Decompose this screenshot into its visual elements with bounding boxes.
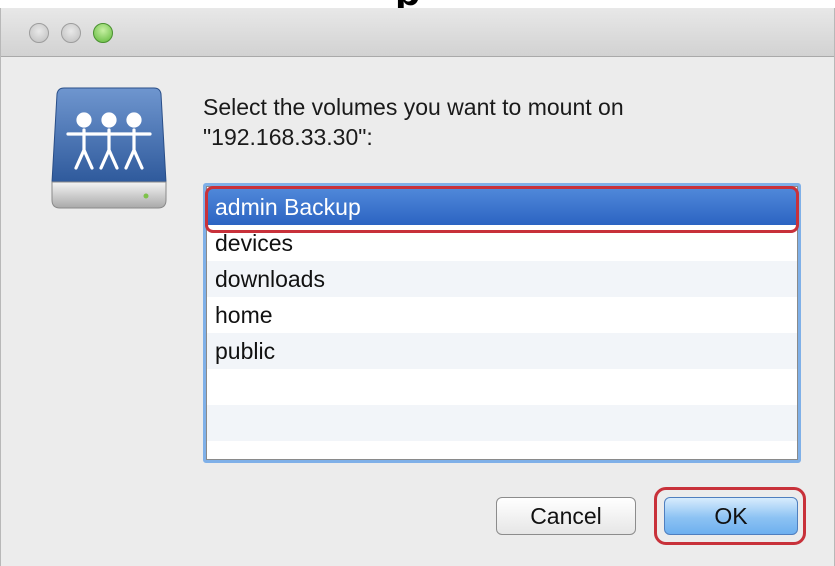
close-button[interactable] [29,23,49,43]
volume-item-home[interactable]: home [206,297,798,333]
volume-item-downloads[interactable]: downloads [206,261,798,297]
prompt-line-2: "192.168.33.30": [203,124,373,150]
volume-list[interactable]: admin Backup devices downloads home publ… [203,183,801,463]
prompt-line-1: Select the volumes you want to mount on [203,94,624,120]
empty-list-row [206,369,798,405]
volume-item-public[interactable]: public [206,333,798,369]
page-top-strip: p [0,0,835,8]
minimize-button[interactable] [61,23,81,43]
empty-list-row [206,405,798,441]
volume-item-admin-backup[interactable]: admin Backup [206,189,798,225]
title-bar [1,8,834,57]
zoom-button[interactable] [93,23,113,43]
mount-prompt: Select the volumes you want to mount on … [203,92,803,152]
network-volume-icon [51,87,167,209]
clipped-heading: p [395,0,421,8]
volume-item-devices[interactable]: devices [206,225,798,261]
empty-list-row [206,441,798,460]
ok-button[interactable]: OK [664,497,798,535]
cancel-button[interactable]: Cancel [496,497,636,535]
